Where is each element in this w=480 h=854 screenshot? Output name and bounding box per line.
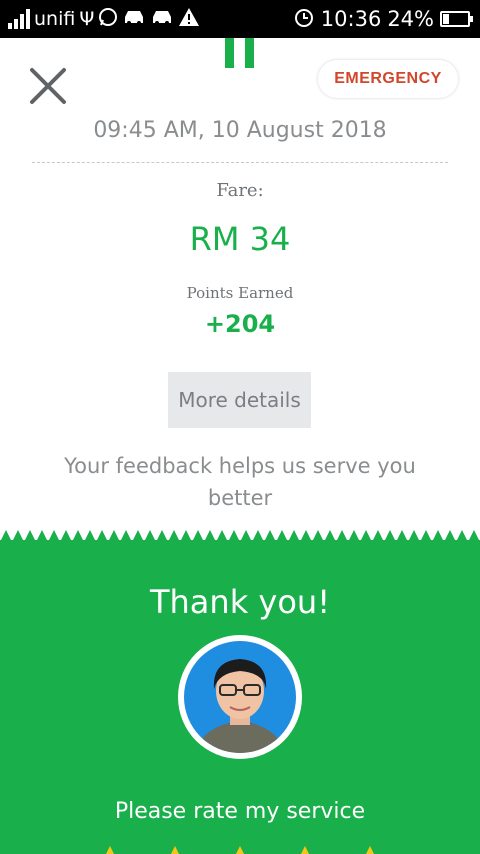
thank-you-heading: Thank you!: [149, 583, 331, 621]
status-bar: unifi Ψ 10:36 24%: [0, 0, 480, 38]
whatsapp-icon: [98, 7, 118, 32]
pause-bar-right: [245, 38, 254, 68]
clock-time: 10:36: [320, 7, 382, 31]
trip-datetime: 09:45 AM, 10 August 2018: [93, 118, 387, 143]
star-1[interactable]: [105, 846, 115, 854]
battery-icon: [440, 11, 473, 27]
close-icon: [30, 68, 66, 104]
star-3[interactable]: [235, 846, 245, 854]
avatar: [184, 641, 296, 753]
driver-portrait-icon: [184, 641, 296, 753]
car-icon: [150, 8, 174, 31]
points-value: +204: [204, 310, 276, 338]
pause-bar-left: [225, 38, 234, 68]
usb-icon: Ψ: [79, 8, 95, 30]
star-2[interactable]: [170, 846, 180, 854]
driver-avatar: [178, 635, 302, 759]
alarm-icon: [293, 6, 315, 33]
points-label: Points Earned: [186, 284, 294, 302]
star-rating[interactable]: [0, 842, 480, 854]
car-icon: [122, 8, 146, 31]
feedback-text: Your feedback helps us serve you better: [64, 454, 416, 510]
divider: [32, 162, 448, 163]
star-4[interactable]: [300, 846, 310, 854]
carrier-name: unifi: [34, 8, 76, 30]
emergency-button[interactable]: EMERGENCY: [318, 60, 458, 98]
more-details-button[interactable]: More details: [168, 372, 311, 428]
close-button[interactable]: [26, 64, 70, 108]
warning-icon: [178, 7, 200, 32]
star-5[interactable]: [365, 846, 375, 854]
fare-value: RM 34: [189, 220, 291, 258]
fare-label: Fare:: [216, 180, 264, 201]
signal-icon: [8, 9, 30, 29]
battery-percent: 24%: [387, 7, 434, 31]
rate-prompt: Please rate my service: [114, 799, 366, 824]
